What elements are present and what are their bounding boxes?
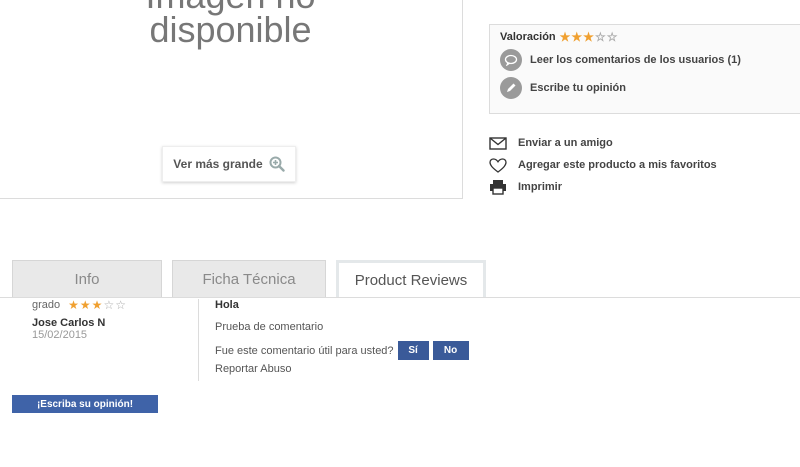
rating-box: Valoración ★ ★ ★ ☆ ☆ Leer los comentario…: [489, 24, 800, 114]
review-date: 15/02/2015: [32, 329, 88, 341]
printer-icon: [488, 179, 508, 195]
write-review-button[interactable]: ¡Escriba su opinión!: [12, 395, 158, 413]
report-abuse-link[interactable]: Reportar Abuso: [215, 363, 469, 375]
write-opinion-label: Escribe tu opinión: [530, 82, 626, 94]
heart-icon: [488, 157, 508, 173]
view-larger-button[interactable]: Ver más grande: [162, 146, 296, 182]
write-opinion-link[interactable]: Escribe tu opinión: [500, 77, 798, 99]
send-to-friend-link[interactable]: Enviar a un amigo: [488, 132, 717, 154]
star-icon: ★: [79, 298, 91, 312]
tab-technical-sheet[interactable]: Ficha Técnica: [172, 260, 326, 298]
add-favorites-link[interactable]: Agregar este producto a mis favoritos: [488, 154, 717, 176]
print-link[interactable]: Imprimir: [488, 176, 717, 198]
zoom-in-icon: [269, 156, 285, 172]
star-icon: ★: [68, 298, 79, 312]
rating-label: Valoración: [500, 31, 556, 43]
review-body: Hola Prueba de comentario Fue este comen…: [215, 299, 469, 375]
useful-yes-button[interactable]: Sí: [397, 341, 429, 360]
envelope-icon: [488, 136, 508, 150]
useful-no-button[interactable]: No: [432, 341, 469, 360]
rating-stars: ★ ★ ★ ☆ ☆: [560, 31, 618, 43]
star-icon: ★: [583, 30, 594, 44]
useful-question: Fue este comentario útil para usted?: [215, 344, 394, 357]
view-larger-label: Ver más grande: [173, 157, 263, 171]
star-icon: ★: [91, 298, 103, 312]
no-image-text-line2: disponible: [149, 9, 312, 50]
review-author: Jose Carlos N: [32, 317, 106, 329]
star-empty-icon: ☆: [594, 30, 606, 44]
tab-info-label: Info: [74, 271, 100, 288]
review-author-column: grado ★ ★ ★ ☆ ☆ Jose Carlos N 15/02/2015: [32, 299, 199, 381]
product-actions: Enviar a un amigo Agregar este producto …: [488, 132, 717, 198]
review-title: Hola: [215, 299, 239, 311]
star-icon: ★: [571, 30, 583, 44]
tab-technical-sheet-label: Ficha Técnica: [202, 271, 296, 288]
grade-label: grado: [32, 299, 61, 311]
tab-info[interactable]: Info: [12, 260, 162, 298]
add-favorites-label: Agregar este producto a mis favoritos: [518, 159, 717, 171]
pencil-icon: [500, 77, 522, 99]
print-label: Imprimir: [518, 181, 563, 193]
review-useful-row: Fue este comentario útil para usted? Sí …: [215, 341, 469, 360]
speech-bubble-icon: [500, 49, 522, 71]
star-empty-icon: ☆: [606, 30, 618, 44]
tab-product-reviews-label: Product Reviews: [354, 272, 468, 289]
star-empty-icon: ☆: [115, 298, 126, 312]
product-image-panel: Imagen no disponible Ver más grande: [0, 0, 463, 199]
review-text: Prueba de comentario: [215, 321, 324, 333]
review-stars: ★ ★ ★ ☆ ☆: [68, 299, 126, 311]
product-tabs: Info Ficha Técnica Product Reviews: [12, 260, 486, 298]
star-empty-icon: ☆: [103, 298, 115, 312]
read-comments-link[interactable]: Leer los comentarios de los usuarios (1): [500, 49, 798, 71]
star-icon: ★: [559, 30, 571, 44]
tab-product-reviews[interactable]: Product Reviews: [336, 260, 486, 298]
send-to-friend-label: Enviar a un amigo: [518, 137, 613, 149]
read-comments-label: Leer los comentarios de los usuarios (1): [530, 54, 741, 66]
